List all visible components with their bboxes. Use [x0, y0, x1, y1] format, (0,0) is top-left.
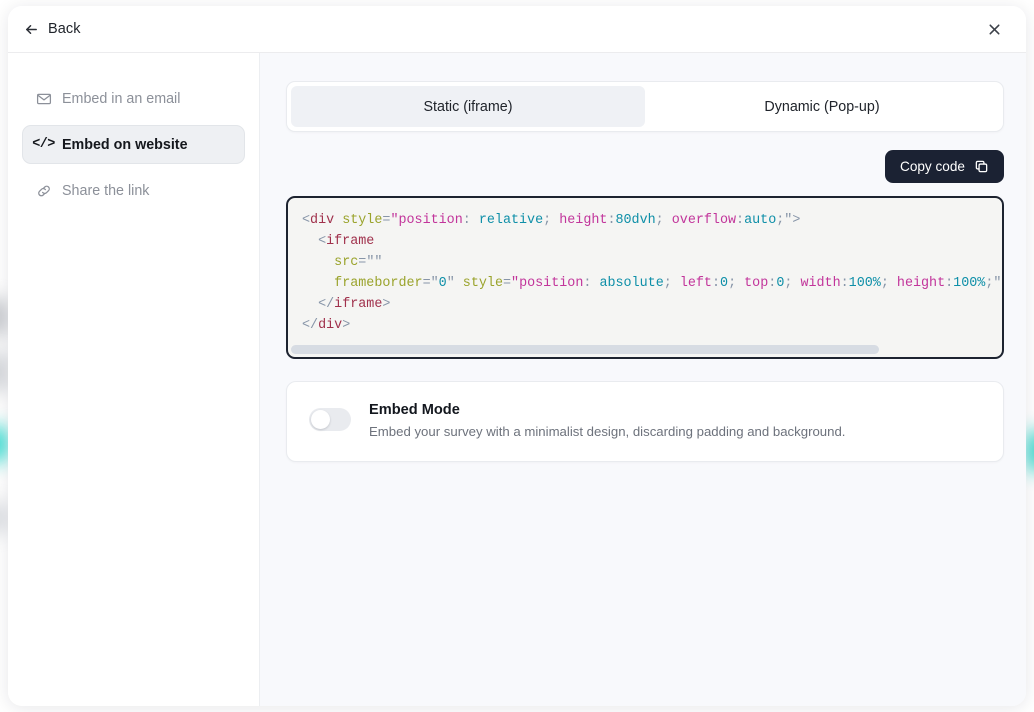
background-blob-left-1	[0, 296, 8, 338]
copy-code-label: Copy code	[900, 159, 965, 174]
envelope-icon	[35, 90, 52, 107]
copy-icon	[974, 159, 989, 174]
embed-mode-card: Embed Mode Embed your survey with a mini…	[286, 381, 1004, 463]
sidebar-item-label: Embed on website	[62, 136, 188, 153]
code-horizontal-scrollbar[interactable]	[291, 345, 999, 354]
code-scrollbar-thumb[interactable]	[291, 345, 879, 354]
back-button[interactable]: Back	[14, 15, 91, 43]
link-icon	[35, 182, 52, 199]
arrow-left-icon	[24, 22, 39, 37]
modal-header: Back	[8, 6, 1026, 53]
embed-mode-description: Embed your survey with a minimalist desi…	[369, 424, 846, 439]
background-blob-left-2	[0, 350, 8, 394]
sidebar-item-label: Embed in an email	[62, 90, 181, 107]
modal-body: Embed in an email </> Embed on website S…	[8, 53, 1026, 706]
embed-mode-toggle[interactable]	[309, 408, 351, 431]
embed-code-block: <div style="position: relative; height:8…	[286, 196, 1004, 359]
background-blob-right-accent	[1027, 428, 1034, 474]
back-label: Back	[48, 21, 81, 37]
copy-code-button[interactable]: Copy code	[885, 150, 1004, 183]
background-blob-left-accent	[0, 424, 7, 464]
close-icon[interactable]	[980, 15, 1008, 43]
copy-code-row: Copy code	[286, 150, 1004, 183]
share-embed-modal: Back Embed in an email </> Embed on webs…	[8, 6, 1026, 706]
sidebar-item-share-link[interactable]: Share the link	[22, 171, 245, 210]
embed-type-tabs: Static (iframe) Dynamic (Pop-up)	[286, 81, 1004, 132]
sidebar: Embed in an email </> Embed on website S…	[8, 53, 260, 706]
tab-label: Dynamic (Pop-up)	[764, 98, 880, 115]
sidebar-item-embed-email[interactable]: Embed in an email	[22, 79, 245, 118]
main-content: Static (iframe) Dynamic (Pop-up) Copy co…	[260, 53, 1026, 706]
embed-code-scroll-area[interactable]: <div style="position: relative; height:8…	[288, 198, 1002, 357]
embed-code-text: <div style="position: relative; height:8…	[302, 213, 1002, 333]
tab-label: Static (iframe)	[423, 98, 513, 115]
embed-mode-text: Embed Mode Embed your survey with a mini…	[369, 402, 845, 441]
sidebar-item-embed-website[interactable]: </> Embed on website	[22, 125, 245, 164]
tab-dynamic-popup[interactable]: Dynamic (Pop-up)	[645, 86, 999, 127]
background-blob-left-3	[0, 500, 8, 536]
embed-mode-title: Embed Mode	[369, 402, 460, 418]
toggle-knob	[311, 410, 330, 429]
sidebar-item-label: Share the link	[62, 182, 150, 199]
code-icon: </>	[32, 137, 55, 152]
tab-static-iframe[interactable]: Static (iframe)	[291, 86, 645, 127]
